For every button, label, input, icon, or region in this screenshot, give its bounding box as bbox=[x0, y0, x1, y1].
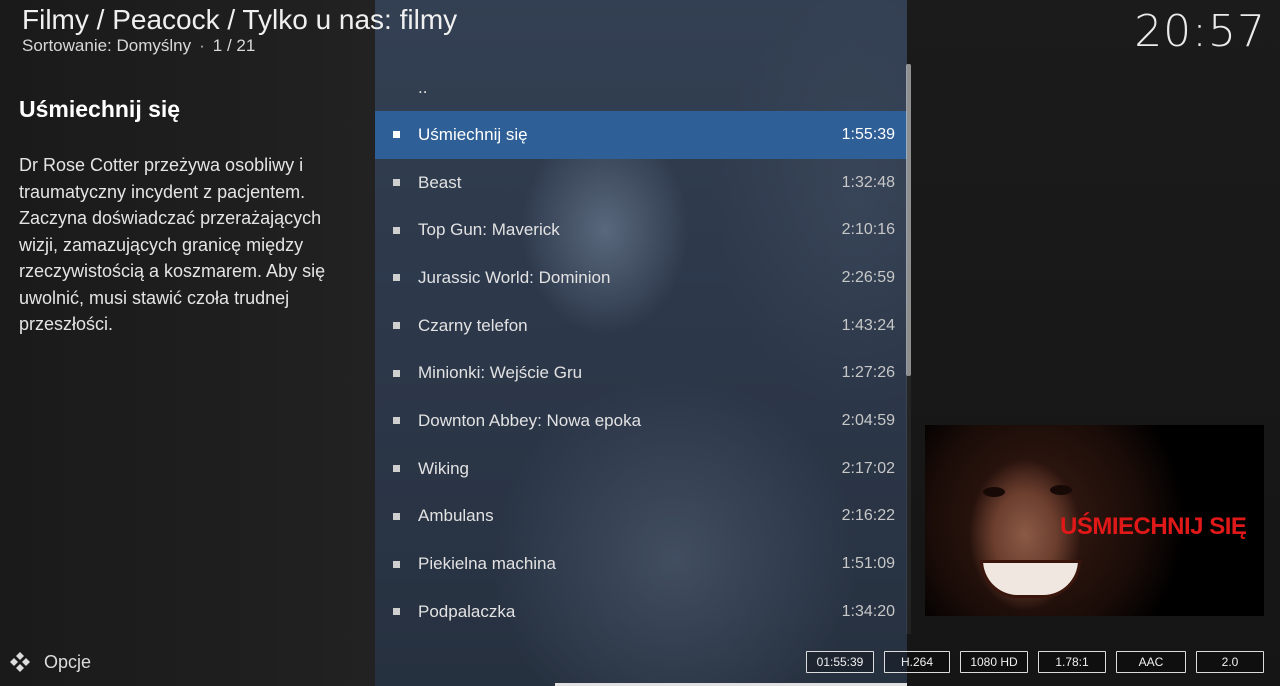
bullet-icon bbox=[393, 560, 400, 568]
audio-channels-flag: 2.0 bbox=[1196, 651, 1264, 673]
list-item[interactable]: Uśmiechnij się 1:55:39 bbox=[375, 111, 907, 159]
list-item-duration: 2:10:16 bbox=[841, 221, 895, 239]
video-codec-flag: H.264 bbox=[884, 651, 950, 673]
list-item-label: Jurassic World: Dominion bbox=[418, 267, 611, 287]
list-item-label: Wiking bbox=[418, 458, 470, 478]
bullet-icon bbox=[393, 131, 400, 139]
list-item-label: Ambulans bbox=[418, 506, 494, 526]
list-item[interactable]: Top Gun: Maverick 2:10:16 bbox=[375, 206, 907, 254]
list-item-label: Piekielna machina bbox=[418, 554, 556, 574]
list-item-duration: 1:43:24 bbox=[841, 316, 895, 334]
list-item-duration: 1:27:26 bbox=[841, 364, 895, 382]
list-item-duration: 1:55:39 bbox=[841, 125, 895, 143]
movie-title: Uśmiechnij się bbox=[19, 96, 181, 122]
item-position: 1 / 21 bbox=[212, 36, 256, 55]
list-item[interactable]: Minionki: Wejście Gru 1:27:26 bbox=[375, 349, 907, 397]
list-item-duration: 1:34:20 bbox=[841, 602, 895, 620]
duration-flag: 01:55:39 bbox=[806, 651, 874, 673]
options-button[interactable]: Opcje bbox=[8, 650, 91, 674]
list-item-label: Downton Abbey: Nowa epoka bbox=[418, 410, 642, 430]
bullet-icon bbox=[393, 322, 400, 330]
bullet-icon bbox=[393, 512, 400, 520]
list-item-duration: 2:16:22 bbox=[841, 507, 895, 525]
options-label: Opcje bbox=[44, 651, 92, 672]
list-item-duration: 2:26:59 bbox=[841, 268, 895, 286]
bullet-icon bbox=[393, 179, 400, 187]
bullet-icon bbox=[393, 274, 400, 282]
movie-poster: UŚMIECHNIJ SIĘ bbox=[925, 425, 1264, 616]
poster-title: UŚMIECHNIJ SIĘ bbox=[1060, 513, 1247, 540]
list-scrollbar[interactable] bbox=[906, 64, 911, 634]
list-item-label: Uśmiechnij się bbox=[418, 124, 528, 144]
bullet-icon bbox=[393, 369, 400, 377]
list-item-duration: 1:32:48 bbox=[841, 173, 895, 191]
list-item[interactable]: Wiking 2:17:02 bbox=[375, 445, 907, 493]
movie-list: .. Uśmiechnij się 1:55:39 Beast 1:32:48 … bbox=[375, 64, 907, 634]
aspect-ratio-flag: 1.78:1 bbox=[1038, 651, 1106, 673]
breadcrumb: Filmy / Peacock / Tylko u nas: filmy bbox=[22, 4, 458, 35]
list-item-label: Top Gun: Maverick bbox=[418, 220, 560, 240]
audio-codec-flag: AAC bbox=[1116, 651, 1186, 673]
list-item[interactable]: Piekielna machina 1:51:09 bbox=[375, 540, 907, 588]
movie-plot: Dr Rose Cotter przeżywa osobliwy i traum… bbox=[19, 155, 326, 334]
list-item-label: Podpalaczka bbox=[418, 601, 516, 621]
poster-eye bbox=[1050, 485, 1072, 495]
bullet-icon bbox=[393, 608, 400, 616]
kodi-logo-icon bbox=[10, 652, 30, 672]
list-item-duration: 2:17:02 bbox=[841, 459, 895, 477]
list-item-label: Czarny telefon bbox=[418, 315, 528, 335]
list-item-duration: 1:51:09 bbox=[841, 555, 895, 573]
list-item[interactable]: Beast 1:32:48 bbox=[375, 159, 907, 207]
parent-folder-label: .. bbox=[418, 77, 428, 97]
list-item[interactable]: Ambulans 2:16:22 bbox=[375, 493, 907, 541]
list-item[interactable]: Czarny telefon 1:43:24 bbox=[375, 302, 907, 350]
list-item[interactable]: Jurassic World: Dominion 2:26:59 bbox=[375, 254, 907, 302]
bullet-icon bbox=[393, 465, 400, 473]
poster-eye bbox=[983, 487, 1005, 497]
scrollbar-thumb[interactable] bbox=[906, 64, 911, 376]
parent-folder-item[interactable]: .. bbox=[375, 64, 907, 111]
separator-dot: · bbox=[199, 36, 205, 55]
list-item-label: Beast bbox=[418, 172, 462, 192]
media-flags: 01:55:39 H.264 1080 HD 1.78:1 AAC 2.0 bbox=[806, 651, 1264, 673]
resolution-flag: 1080 HD bbox=[960, 651, 1028, 673]
list-item-duration: 2:04:59 bbox=[841, 411, 895, 429]
bullet-icon bbox=[393, 417, 400, 425]
sort-label[interactable]: Sortowanie: Domyślny bbox=[22, 36, 191, 55]
sort-info: Sortowanie: Domyślny · 1 / 21 bbox=[22, 36, 255, 56]
list-item[interactable]: Podpalaczka 1:34:20 bbox=[375, 588, 907, 636]
clock: 20:57 bbox=[1134, 6, 1266, 57]
poster-smile bbox=[980, 560, 1081, 598]
bullet-icon bbox=[393, 226, 400, 234]
list-item-label: Minionki: Wejście Gru bbox=[418, 363, 583, 383]
list-item[interactable]: Downton Abbey: Nowa epoka 2:04:59 bbox=[375, 397, 907, 445]
